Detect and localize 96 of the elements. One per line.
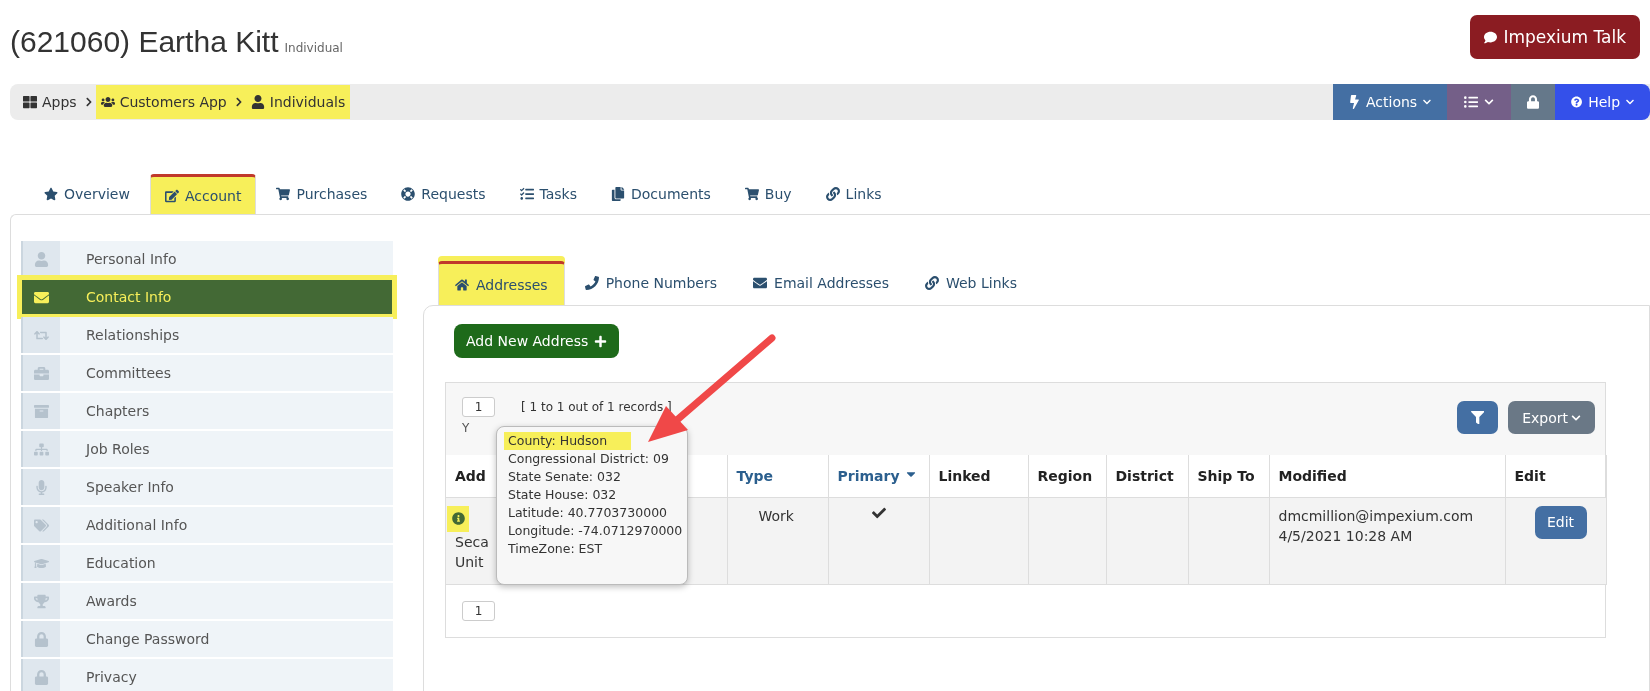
table-cell-text: dmcmillion@impexium.com <box>1278 506 1474 526</box>
breadcrumb-link[interactable]: Individuals <box>245 85 351 119</box>
grid-icon <box>23 95 37 109</box>
sidebar-item[interactable]: Speaker Info <box>21 469 393 505</box>
tab[interactable]: Documents <box>597 174 725 214</box>
star-icon <box>44 187 58 201</box>
sidebar-item[interactable]: Education <box>21 545 393 581</box>
cart-icon <box>744 187 759 201</box>
briefcase-icon <box>34 365 49 381</box>
export-button[interactable]: Export <box>1508 401 1595 434</box>
tab[interactable]: Overview <box>30 174 144 214</box>
trophy-icon <box>34 593 49 609</box>
filter-icon <box>1471 410 1485 425</box>
sidebar-item[interactable]: Committees <box>21 355 393 391</box>
list-icon <box>1464 95 1478 109</box>
sidebar-item[interactable]: Chapters <box>21 393 393 429</box>
tab[interactable]: Tasks <box>505 174 591 214</box>
help-button[interactable]: Help <box>1555 84 1650 120</box>
user-icon <box>250 95 265 109</box>
table-cell-text: 4/5/2021 10:28 AM <box>1278 526 1413 546</box>
lock-icon <box>34 631 49 647</box>
popover-text: Longitude: -74.0712970000 <box>507 522 684 540</box>
record-type: Individual <box>284 41 343 55</box>
envelope-icon <box>753 276 768 290</box>
edit-button[interactable]: Edit <box>1534 505 1587 539</box>
link-icon <box>925 276 939 290</box>
sidebar-item[interactable]: Job Roles <box>21 431 393 467</box>
column-header: Modified <box>1269 455 1505 497</box>
chevron-down-icon <box>1626 97 1634 107</box>
lock-icon <box>34 669 49 685</box>
home-icon <box>455 277 469 292</box>
column-header: Ship To <box>1188 455 1269 497</box>
sidebar-item[interactable]: Change Password <box>21 621 393 657</box>
envelope-icon <box>34 289 49 305</box>
chevron-down-icon <box>1423 97 1431 107</box>
tags-icon <box>34 517 49 533</box>
tab[interactable]: Requests <box>387 174 500 214</box>
phone-icon <box>584 276 599 290</box>
talk-button[interactable]: Impexium Talk <box>1470 15 1640 59</box>
plus-icon <box>594 334 608 348</box>
sidebar-item[interactable]: Additional Info <box>21 507 393 543</box>
tab[interactable]: Links <box>811 174 896 214</box>
actions-button[interactable]: Actions <box>1333 84 1447 120</box>
popover-text: County: Hudson <box>504 432 632 450</box>
help-icon <box>1571 95 1583 109</box>
page-field[interactable]: 1 <box>462 600 495 621</box>
table-cell-text: Seca <box>455 532 489 552</box>
link-icon <box>825 187 840 201</box>
lifebuoy-icon <box>401 187 416 201</box>
microphone-icon <box>34 479 49 495</box>
popover-text: Latitude: 40.7703730000 <box>507 504 669 522</box>
sidebar-item[interactable]: Relationships <box>21 317 393 353</box>
column-header: District <box>1106 455 1188 497</box>
cart-icon <box>276 187 291 201</box>
breadcrumb-link[interactable]: Apps <box>18 85 82 119</box>
filter-button[interactable] <box>1457 401 1499 434</box>
user-icon <box>34 251 49 267</box>
table-cell-text: Unit <box>455 552 484 572</box>
sitemap-icon <box>34 441 49 457</box>
column-header[interactable]: Primary <box>828 455 929 497</box>
checklist-icon <box>519 187 534 201</box>
tab[interactable]: Email Addresses <box>737 261 905 305</box>
list-menu-button[interactable] <box>1447 84 1511 120</box>
popover-text: State Senate: 032 <box>507 468 622 486</box>
tab[interactable]: Purchases <box>262 174 382 214</box>
chat-icon <box>1484 30 1498 44</box>
tab[interactable]: Account <box>149 174 257 214</box>
breadcrumb-link[interactable]: Customers App <box>95 85 232 119</box>
chevron-down-icon <box>1571 412 1581 423</box>
lock-icon <box>1527 95 1539 109</box>
tab[interactable]: Phone Numbers <box>568 261 734 305</box>
column-header: Edit <box>1505 455 1606 497</box>
info-icon[interactable] <box>447 505 469 532</box>
record-title: (621060) Eartha Kitt <box>10 25 279 59</box>
chevron-right-icon <box>233 97 244 107</box>
edit-icon <box>164 188 179 203</box>
archive-icon <box>34 403 49 419</box>
toolbar-text: Y <box>462 421 471 435</box>
chevron-right-icon <box>83 97 94 107</box>
chevron-down-icon <box>1484 97 1494 107</box>
page-field[interactable]: 1 <box>462 397 495 417</box>
sidebar-item[interactable]: Awards <box>21 583 393 619</box>
popover-text: TimeZone: EST <box>507 540 604 558</box>
sidebar-item[interactable]: Privacy <box>21 659 393 691</box>
tab[interactable]: Buy <box>730 174 806 214</box>
users-icon <box>100 95 115 109</box>
tab[interactable]: Web Links <box>909 261 1033 305</box>
column-header: Linked <box>929 455 1028 497</box>
add-address-button[interactable]: Add New Address <box>454 324 620 358</box>
column-header: Region <box>1028 455 1106 497</box>
documents-icon <box>611 187 625 201</box>
column-header[interactable]: Type <box>727 455 828 497</box>
sidebar-item[interactable]: Personal Info <box>21 241 393 277</box>
table-cell-text: Work <box>757 506 794 526</box>
bolt-icon <box>1349 95 1360 109</box>
lock-button[interactable] <box>1511 84 1555 120</box>
